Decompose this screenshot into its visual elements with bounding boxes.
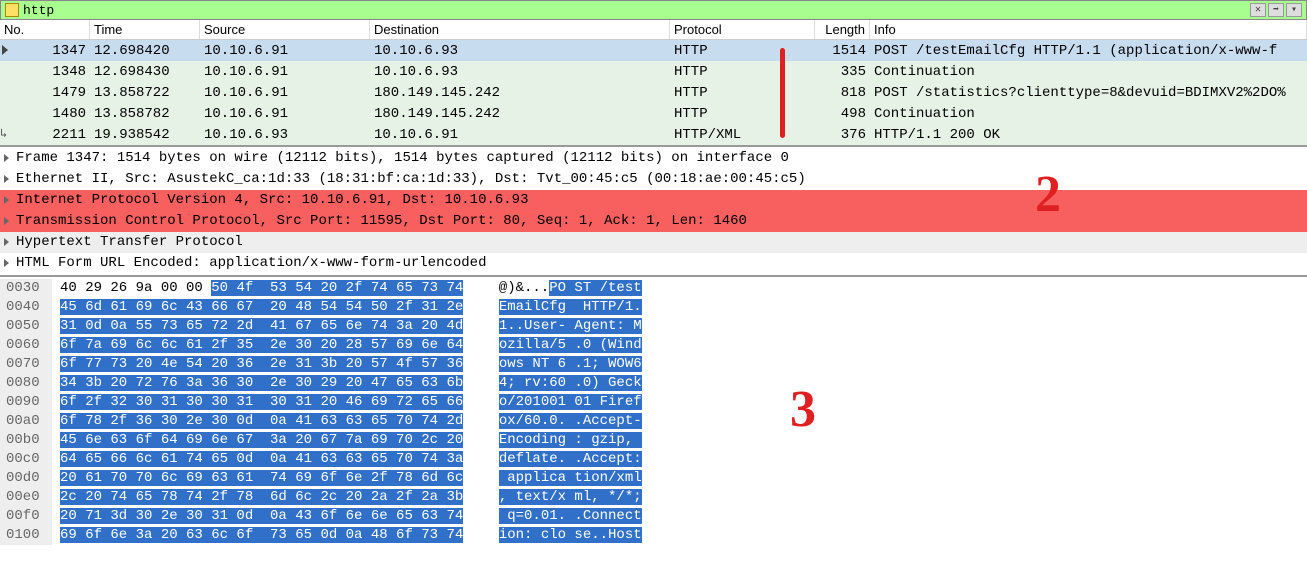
packet-list-body[interactable]: 134712.69842010.10.6.9110.10.6.93HTTP151…	[0, 40, 1307, 145]
hex-row[interactable]: 00c064 65 66 6c 61 74 65 0d 0a 41 63 63 …	[0, 450, 1307, 469]
hex-row[interactable]: 00f020 71 3d 30 2e 30 31 0d 0a 43 6f 6e …	[0, 507, 1307, 526]
hex-row[interactable]: 00706f 77 73 20 4e 54 20 36 2e 31 3b 20 …	[0, 355, 1307, 374]
col-header-time[interactable]: Time	[90, 20, 200, 39]
detail-line[interactable]: Frame 1347: 1514 bytes on wire (12112 bi…	[0, 148, 1307, 169]
hex-row[interactable]: 00606f 7a 69 6c 6c 61 2f 35 2e 30 20 28 …	[0, 336, 1307, 355]
hex-row[interactable]: 010069 6f 6e 3a 20 63 6c 6f 73 65 0d 0a …	[0, 526, 1307, 545]
detail-line[interactable]: Internet Protocol Version 4, Src: 10.10.…	[0, 190, 1307, 211]
detail-line[interactable]: Ethernet II, Src: AsustekC_ca:1d:33 (18:…	[0, 169, 1307, 190]
bookmark-icon	[5, 3, 19, 17]
packet-row[interactable]: 221119.93854210.10.6.9310.10.6.91HTTP/XM…	[0, 124, 1307, 145]
hex-row[interactable]: 00e02c 20 74 65 78 74 2f 78 6d 6c 2c 20 …	[0, 488, 1307, 507]
packet-bytes-pane[interactable]: 003040 29 26 9a 00 00 50 4f 53 54 20 2f …	[0, 277, 1307, 547]
hex-row[interactable]: 004045 6d 61 69 6c 43 66 67 20 48 54 54 …	[0, 298, 1307, 317]
display-filter-input[interactable]: http	[23, 3, 1250, 18]
col-header-info[interactable]: Info	[870, 20, 1307, 39]
col-header-source[interactable]: Source	[200, 20, 370, 39]
col-header-no[interactable]: No.	[0, 20, 90, 39]
detail-line[interactable]: Transmission Control Protocol, Src Port:…	[0, 211, 1307, 232]
hex-row[interactable]: 00906f 2f 32 30 31 30 30 31 30 31 20 46 …	[0, 393, 1307, 412]
display-filter-bar[interactable]: http ✕ ➡ ▾	[0, 0, 1307, 20]
packet-row[interactable]: 148013.85878210.10.6.91180.149.145.242HT…	[0, 103, 1307, 124]
packet-list-pane: No. Time Source Destination Protocol Len…	[0, 20, 1307, 147]
hex-row[interactable]: 003040 29 26 9a 00 00 50 4f 53 54 20 2f …	[0, 279, 1307, 298]
clear-filter-button[interactable]: ✕	[1250, 3, 1266, 17]
hex-row[interactable]: 008034 3b 20 72 76 3a 36 30 2e 30 29 20 …	[0, 374, 1307, 393]
filter-buttons: ✕ ➡ ▾	[1250, 3, 1302, 17]
packet-row[interactable]: 134812.69843010.10.6.9110.10.6.93HTTP335…	[0, 61, 1307, 82]
apply-filter-button[interactable]: ➡	[1268, 3, 1284, 17]
detail-line[interactable]: HTML Form URL Encoded: application/x-www…	[0, 253, 1307, 274]
hex-row[interactable]: 00b045 6e 63 6f 64 69 6e 67 3a 20 67 7a …	[0, 431, 1307, 450]
packet-list-header: No. Time Source Destination Protocol Len…	[0, 20, 1307, 40]
hex-row[interactable]: 005031 0d 0a 55 73 65 72 2d 41 67 65 6e …	[0, 317, 1307, 336]
detail-line[interactable]: Hypertext Transfer Protocol	[0, 232, 1307, 253]
packet-row[interactable]: 134712.69842010.10.6.9110.10.6.93HTTP151…	[0, 40, 1307, 61]
packet-details-pane[interactable]: Frame 1347: 1514 bytes on wire (12112 bi…	[0, 147, 1307, 277]
filter-dropdown-button[interactable]: ▾	[1286, 3, 1302, 17]
col-header-protocol[interactable]: Protocol	[670, 20, 815, 39]
col-header-destination[interactable]: Destination	[370, 20, 670, 39]
hex-row[interactable]: 00d020 61 70 70 6c 69 63 61 74 69 6f 6e …	[0, 469, 1307, 488]
hex-row[interactable]: 00a06f 78 2f 36 30 2e 30 0d 0a 41 63 63 …	[0, 412, 1307, 431]
col-header-length[interactable]: Length	[815, 20, 870, 39]
packet-row[interactable]: 147913.85872210.10.6.91180.149.145.242HT…	[0, 82, 1307, 103]
